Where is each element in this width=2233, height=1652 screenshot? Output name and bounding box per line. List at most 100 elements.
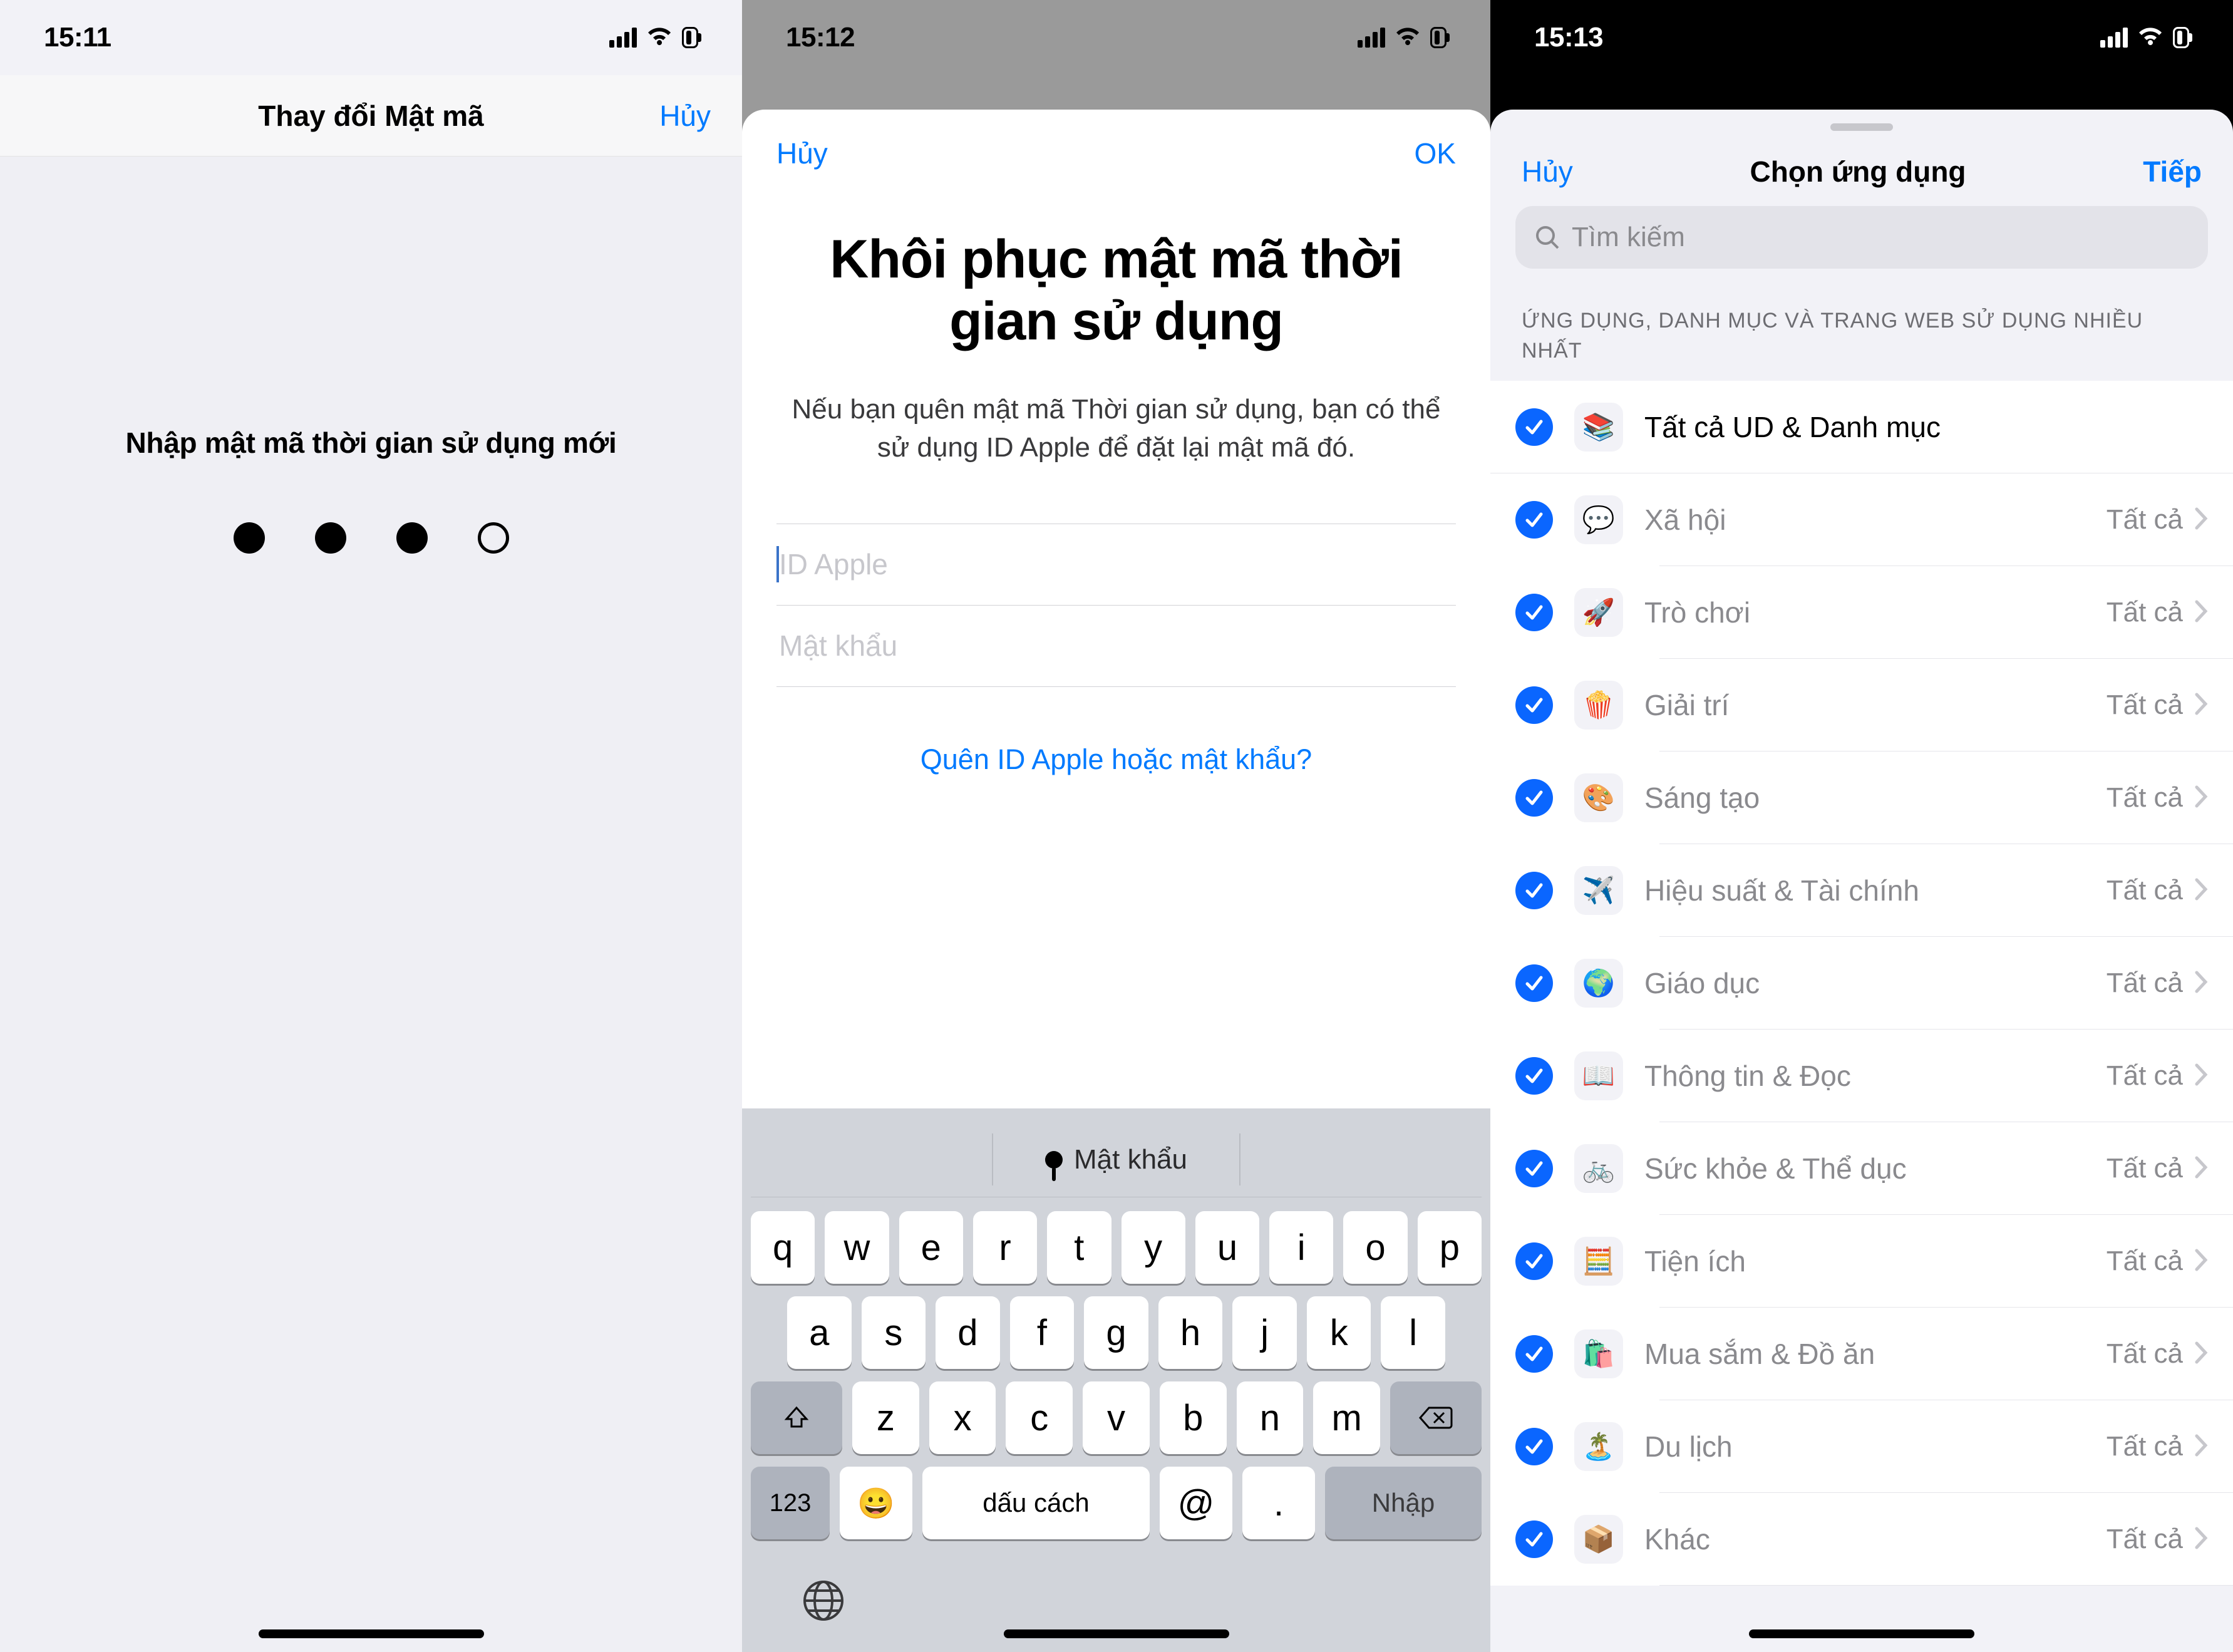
home-indicator[interactable] bbox=[1749, 1629, 1974, 1638]
cancel-button[interactable]: Hủy bbox=[659, 99, 711, 133]
key-u[interactable]: u bbox=[1195, 1211, 1259, 1284]
key-w[interactable]: w bbox=[825, 1211, 889, 1284]
category-row[interactable]: 🌍Giáo dụcTất cả bbox=[1490, 937, 2233, 1030]
checkbox-icon bbox=[1515, 501, 1553, 539]
key-f[interactable]: f bbox=[1010, 1296, 1075, 1369]
space-key[interactable]: dấu cách bbox=[922, 1467, 1150, 1539]
sheet-grabber[interactable] bbox=[1830, 123, 1893, 131]
key-z[interactable]: z bbox=[852, 1381, 919, 1454]
key-p[interactable]: p bbox=[1418, 1211, 1482, 1284]
apple-id-field[interactable]: ID Apple bbox=[776, 524, 1456, 606]
cellular-icon bbox=[1358, 28, 1385, 48]
globe-key[interactable] bbox=[801, 1578, 846, 1626]
keyboard-suggestion-bar[interactable]: Mật khẩu bbox=[751, 1122, 1482, 1197]
chevron-icon bbox=[2194, 507, 2208, 534]
battery-icon bbox=[682, 27, 698, 48]
checkbox-icon bbox=[1515, 1150, 1553, 1187]
home-indicator[interactable] bbox=[259, 1629, 484, 1638]
category-row[interactable]: 🧮Tiện íchTất cả bbox=[1490, 1215, 2233, 1308]
battery-icon bbox=[2173, 27, 2189, 48]
category-row[interactable]: 🏝️Du lịchTất cả bbox=[1490, 1400, 2233, 1493]
key-o[interactable]: o bbox=[1343, 1211, 1407, 1284]
cancel-button[interactable]: Hủy bbox=[776, 137, 828, 170]
key-b[interactable]: b bbox=[1160, 1381, 1227, 1454]
category-row[interactable]: 📖Thông tin & ĐọcTất cả bbox=[1490, 1030, 2233, 1122]
backspace-key[interactable] bbox=[1390, 1381, 1482, 1454]
at-key[interactable]: @ bbox=[1160, 1467, 1232, 1539]
checkbox-icon bbox=[1515, 1428, 1553, 1465]
key-t[interactable]: t bbox=[1047, 1211, 1111, 1284]
shift-key[interactable] bbox=[751, 1381, 842, 1454]
key-m[interactable]: m bbox=[1313, 1381, 1380, 1454]
period-key[interactable]: . bbox=[1242, 1467, 1315, 1539]
emoji-key[interactable]: 😀 bbox=[840, 1467, 912, 1539]
ok-button[interactable]: OK bbox=[1415, 137, 1456, 170]
key-c[interactable]: c bbox=[1006, 1381, 1073, 1454]
key-q[interactable]: q bbox=[751, 1211, 815, 1284]
key-s[interactable]: s bbox=[862, 1296, 926, 1369]
key-v[interactable]: v bbox=[1083, 1381, 1150, 1454]
row-trailing: Tất cả bbox=[2107, 875, 2208, 906]
checkbox-icon bbox=[1515, 779, 1553, 817]
category-row[interactable]: 📦KhácTất cả bbox=[1490, 1493, 2233, 1586]
key-n[interactable]: n bbox=[1237, 1381, 1304, 1454]
checkbox-icon bbox=[1515, 594, 1553, 631]
category-label: Tiện ích bbox=[1644, 1244, 2085, 1278]
app-icon: ✈️ bbox=[1574, 866, 1623, 915]
numbers-key[interactable]: 123 bbox=[751, 1467, 830, 1539]
row-trailing: Tất cả bbox=[2107, 1153, 2208, 1184]
category-row[interactable]: 💬Xã hộiTất cả bbox=[1490, 473, 2233, 566]
category-label: Giải trí bbox=[1644, 688, 2085, 722]
app-icon: 📖 bbox=[1574, 1051, 1623, 1100]
key-x[interactable]: x bbox=[929, 1381, 996, 1454]
keyboard-row: asdfghjkl bbox=[751, 1296, 1482, 1369]
key-d[interactable]: d bbox=[936, 1296, 1000, 1369]
value-label: Tất cả bbox=[2107, 1431, 2183, 1462]
category-row[interactable]: 🚲Sức khỏe & Thể dụcTất cả bbox=[1490, 1122, 2233, 1215]
key-g[interactable]: g bbox=[1084, 1296, 1148, 1369]
enter-key[interactable]: Nhập bbox=[1325, 1467, 1482, 1539]
chevron-icon bbox=[2194, 1526, 2208, 1553]
password-placeholder: Mật khẩu bbox=[779, 629, 897, 663]
cancel-button[interactable]: Hủy bbox=[1522, 155, 1573, 188]
value-label: Tất cả bbox=[2107, 968, 2183, 999]
nav-bar: Thay đổi Mật mã Hủy bbox=[0, 75, 742, 157]
status-icons bbox=[609, 27, 698, 48]
value-label: Tất cả bbox=[2107, 1338, 2183, 1370]
key-i[interactable]: i bbox=[1269, 1211, 1333, 1284]
category-row[interactable]: 🛍️Mua sắm & Đồ ănTất cả bbox=[1490, 1308, 2233, 1400]
key-a[interactable]: a bbox=[787, 1296, 852, 1369]
passcode-dots bbox=[234, 522, 509, 554]
app-icon: 🍿 bbox=[1574, 681, 1623, 730]
category-row[interactable]: 🎨Sáng tạoTất cả bbox=[1490, 751, 2233, 844]
value-label: Tất cả bbox=[2107, 1246, 2183, 1277]
row-trailing: Tất cả bbox=[2107, 689, 2208, 721]
category-row[interactable]: ✈️Hiệu suất & Tài chínhTất cả bbox=[1490, 844, 2233, 937]
key-k[interactable]: k bbox=[1307, 1296, 1371, 1369]
chevron-icon bbox=[2194, 877, 2208, 904]
nav-title: Thay đổi Mật mã bbox=[258, 99, 483, 133]
app-icon: 🚲 bbox=[1574, 1144, 1623, 1193]
search-field[interactable]: Tìm kiếm bbox=[1515, 206, 2208, 269]
modal-sheet: Hủy Chọn ứng dụng Tiếp Tìm kiếm ỨNG DỤNG… bbox=[1490, 110, 2233, 1652]
home-indicator[interactable] bbox=[1004, 1629, 1229, 1638]
category-row[interactable]: 🍿 Giải trí Tất cả bbox=[1490, 659, 2233, 751]
category-row[interactable]: 📚Tất cả UD & Danh mục bbox=[1490, 381, 2233, 473]
checkbox-icon bbox=[1515, 964, 1553, 1002]
category-row[interactable]: 🚀Trò chơiTất cả bbox=[1490, 566, 2233, 659]
category-list: 📚Tất cả UD & Danh mục💬Xã hộiTất cả🚀Trò c… bbox=[1490, 381, 2233, 1586]
key-e[interactable]: e bbox=[899, 1211, 963, 1284]
value-label: Tất cả bbox=[2107, 1524, 2183, 1555]
forgot-link[interactable]: Quên ID Apple hoặc mật khẩu? bbox=[776, 743, 1456, 776]
row-trailing: Tất cả bbox=[2107, 782, 2208, 813]
category-label: Thông tin & Đọc bbox=[1644, 1059, 2085, 1093]
key-h[interactable]: h bbox=[1158, 1296, 1223, 1369]
key-j[interactable]: j bbox=[1232, 1296, 1297, 1369]
key-r[interactable]: r bbox=[973, 1211, 1037, 1284]
app-icon: 📚 bbox=[1574, 403, 1623, 452]
keyboard: Mật khẩu qwertyuiop asdfghjkl zxcvbnm 12… bbox=[742, 1108, 1490, 1652]
key-y[interactable]: y bbox=[1122, 1211, 1185, 1284]
next-button[interactable]: Tiếp bbox=[2143, 155, 2202, 188]
password-field[interactable]: Mật khẩu bbox=[776, 606, 1456, 687]
key-l[interactable]: l bbox=[1381, 1296, 1445, 1369]
